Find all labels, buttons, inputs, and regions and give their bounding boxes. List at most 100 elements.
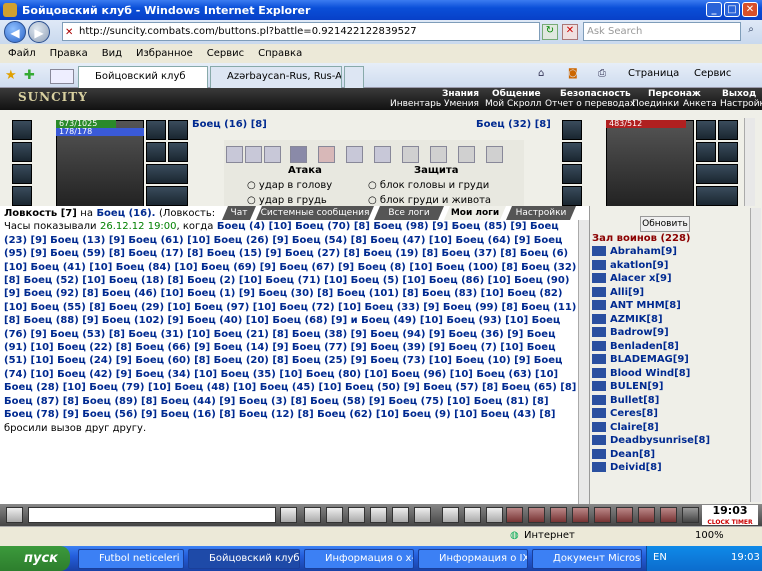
warrior-list-item[interactable]: akatlon[9]: [592, 259, 668, 273]
forward-icon[interactable]: ▶: [28, 21, 50, 43]
scroll-slot-icon[interactable]: [346, 146, 363, 163]
nav-knowledge[interactable]: Знания: [442, 89, 479, 99]
ring-slot-icon[interactable]: [168, 120, 188, 140]
private-message-icon[interactable]: [592, 462, 606, 472]
private-message-icon[interactable]: [592, 340, 606, 351]
face-icon[interactable]: [442, 507, 459, 523]
private-message-icon[interactable]: [592, 246, 606, 256]
private-message-icon[interactable]: [592, 273, 606, 283]
attack-option-head[interactable]: ○ удар в голову: [247, 180, 332, 191]
menu-favorites[interactable]: Избранное: [136, 48, 193, 59]
warrior-list-item[interactable]: BULEN[9]: [592, 381, 663, 394]
task-info-ixi[interactable]: Информация о IXI-...: [418, 549, 528, 569]
print-icon[interactable]: ⎙: [598, 68, 606, 79]
empty-slot[interactable]: [486, 146, 503, 163]
empty-slot[interactable]: [402, 146, 419, 163]
defense-option-chest-belly[interactable]: ○ блок груди и живота: [368, 195, 491, 206]
warrior-list-item[interactable]: Claire[8]: [592, 421, 659, 435]
refresh-button[interactable]: Обновить: [640, 216, 690, 232]
home-icon[interactable]: ⌂: [538, 68, 544, 79]
private-message-icon[interactable]: [592, 435, 606, 445]
battle-scrollbar[interactable]: [744, 118, 755, 206]
close-button[interactable]: ✕: [742, 2, 758, 17]
refresh-icon[interactable]: ↻: [542, 24, 558, 40]
warrior-list-item[interactable]: Ceres[8]: [592, 408, 658, 421]
private-message-icon[interactable]: [592, 327, 606, 337]
feed-icon[interactable]: ◙: [568, 68, 578, 79]
tab-translate[interactable]: Azərbaycan-Rus, Rus-Azərb...: [210, 66, 342, 88]
warrior-list-item[interactable]: Alacer x[9]: [592, 273, 672, 286]
private-message-icon[interactable]: [592, 286, 606, 297]
scroll-slot-icon[interactable]: [264, 146, 281, 163]
nav-communication[interactable]: Общение: [492, 89, 541, 99]
glove-icon[interactable]: [572, 507, 589, 523]
sword-icon[interactable]: [392, 507, 409, 523]
weapon-slot-icon[interactable]: [12, 164, 32, 184]
private-message-icon[interactable]: [592, 300, 606, 310]
private-message-icon[interactable]: [592, 367, 606, 378]
warrior-list-item[interactable]: Benladen[8]: [592, 340, 679, 354]
helmet-slot-icon[interactable]: [12, 120, 32, 140]
warrior-scrollbar[interactable]: [750, 208, 761, 502]
defense-option-head-chest[interactable]: ○ блок головы и груди: [368, 180, 489, 191]
sound-icon[interactable]: [414, 507, 431, 523]
private-message-icon[interactable]: [592, 408, 606, 418]
nav-profile[interactable]: Анкета: [683, 99, 717, 109]
task-word-doc[interactable]: Документ Microsoft...: [532, 549, 642, 569]
address-input[interactable]: ✕ http://suncity.combats.com/buttons.pl?…: [62, 22, 540, 41]
chat-icon[interactable]: [486, 507, 503, 523]
ring-slot-icon[interactable]: [146, 120, 166, 140]
shield-slot-icon[interactable]: [168, 142, 188, 162]
add-favorite-icon[interactable]: ✚: [24, 68, 35, 83]
nav-my-scroll[interactable]: Мой Скролл: [485, 99, 541, 109]
task-info-x[interactable]: Информация о x-X-...: [304, 549, 414, 569]
send-icon[interactable]: [280, 507, 297, 523]
tab-combats[interactable]: Бойцовский клуб: [78, 66, 208, 88]
task-futbol[interactable]: Futbol neticeleri - G...: [78, 549, 184, 569]
nav-fights[interactable]: Поединки: [632, 99, 679, 109]
warrior-list-item[interactable]: BLADEMAG[9]: [592, 354, 689, 367]
warrior-list-item[interactable]: Abraham[9]: [592, 246, 677, 259]
left-fighter-name[interactable]: Боец (16) [8]: [192, 119, 267, 130]
right-fighter-name[interactable]: Боец (32) [8]: [476, 119, 551, 130]
zoom-level[interactable]: 100%: [695, 530, 724, 541]
menu-file[interactable]: Файл: [8, 48, 36, 59]
maximize-button[interactable]: □: [724, 2, 740, 17]
book-icon[interactable]: [660, 507, 677, 523]
filter-icon[interactable]: [326, 507, 343, 523]
warrior-list-item[interactable]: Badrow[9]: [592, 327, 669, 340]
nav-character[interactable]: Персонаж: [648, 89, 701, 99]
mask-icon[interactable]: [550, 507, 567, 523]
search-icon[interactable]: ⌕: [744, 24, 758, 40]
start-button[interactable]: пуск: [0, 546, 70, 571]
menu-tools[interactable]: Сервис: [207, 48, 244, 59]
nav-exit[interactable]: Выход: [722, 89, 756, 99]
tab-my-logs[interactable]: Мои логи: [444, 206, 506, 220]
chat-scrollbar[interactable]: [578, 220, 589, 504]
gloves-slot-icon[interactable]: [146, 142, 166, 162]
back-icon[interactable]: ◀: [4, 21, 26, 43]
warrior-list-item[interactable]: Bullet[8]: [592, 394, 659, 408]
task-combats[interactable]: Бойцовский клуб - ...: [188, 549, 300, 569]
empty-slot[interactable]: [458, 146, 475, 163]
tab-system-messages[interactable]: Системные сообщения: [256, 206, 374, 220]
chat-fighter-list[interactable]: Боец (4) [10] Боец (70) [8] Боец (98) [9…: [4, 221, 576, 420]
tab-all-logs[interactable]: Все логи: [374, 206, 444, 220]
amulet-slot-icon[interactable]: [12, 142, 32, 162]
clear-icon[interactable]: [304, 507, 321, 523]
nav-security[interactable]: Безопасность: [560, 89, 631, 99]
attack-option-chest[interactable]: ○ удар в грудь: [247, 195, 327, 206]
tab-chat[interactable]: Чат: [222, 206, 256, 220]
nav-transfers[interactable]: Отчет о переводах: [545, 99, 635, 109]
gem-icon[interactable]: [594, 507, 611, 523]
menu-view[interactable]: Вид: [102, 48, 122, 59]
warrior-list-item[interactable]: AZMIK[8]: [592, 313, 663, 327]
scroll-slot-icon[interactable]: [290, 146, 307, 163]
private-message-icon[interactable]: [592, 354, 606, 364]
potion-icon[interactable]: [638, 507, 655, 523]
warrior-list-item[interactable]: Deivid[8]: [592, 462, 662, 475]
boots-slot-icon[interactable]: [146, 186, 188, 206]
warrior-list-item[interactable]: ANT MHM[8]: [592, 300, 681, 313]
armor-slot-icon[interactable]: [12, 186, 32, 206]
fighter-icon[interactable]: [370, 507, 387, 523]
